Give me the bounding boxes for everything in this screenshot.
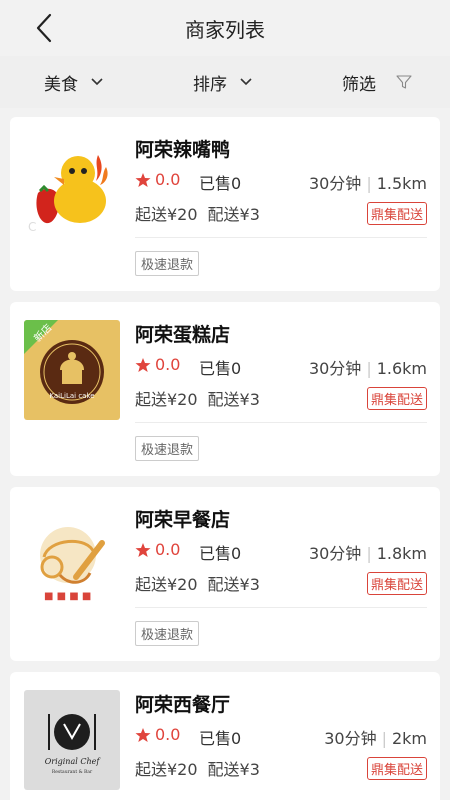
- distance: 1.8km: [376, 544, 427, 563]
- star-icon: [135, 728, 151, 742]
- fee-row: 起送¥20 配送¥3: [135, 756, 260, 780]
- merchant-card[interactable]: Original Chef Restaurant & Bar 阿荣西餐厅 0.0…: [10, 672, 440, 800]
- svg-text:C: C: [28, 220, 36, 234]
- sold-count: 已售0: [199, 359, 242, 378]
- filter-category-label: 美食: [44, 74, 78, 95]
- delivery-badge: 鼎集配送: [366, 757, 427, 780]
- rating-row: 0.0 已售0 30分钟 | 1.6km: [135, 355, 427, 378]
- delivery-fee: 配送¥3: [207, 390, 260, 409]
- min-order: 起送¥20: [135, 760, 198, 779]
- filter-bar: 美食 排序 筛选: [0, 56, 450, 108]
- delivery-time: 30分钟: [324, 729, 377, 748]
- delivery-time: 30分钟: [308, 174, 362, 193]
- merchant-logo: C: [24, 135, 120, 235]
- star-icon: [135, 543, 151, 557]
- rating-row: 0.0 已售0 30分钟 | 2km: [135, 725, 427, 748]
- funnel-icon: [396, 75, 412, 89]
- filter-category[interactable]: 美食: [44, 70, 104, 95]
- merchant-logo: Original Chef Restaurant & Bar: [24, 690, 120, 790]
- divider: [135, 422, 427, 423]
- chef-logo-subtext: Restaurant & Bar: [52, 769, 93, 775]
- star-icon: [135, 173, 151, 187]
- chef-logo-text: Original Chef: [45, 757, 102, 766]
- fee-row: 起送¥20 配送¥3: [135, 386, 260, 410]
- merchant-name: 阿荣西餐厅: [135, 694, 231, 716]
- merchant-card[interactable]: KaiLiLai cake 新店 阿荣蛋糕店 0.0 已售0 30分钟 | 1.6k…: [10, 302, 440, 476]
- distance: 1.6km: [376, 359, 427, 378]
- merchant-logo: ■ ■ ■ ■: [24, 505, 120, 605]
- rating-value: 0.0: [155, 355, 181, 374]
- svg-text:■ ■ ■ ■: ■ ■ ■ ■: [44, 591, 91, 602]
- rating-row: 0.0 已售0 30分钟 | 1.5km: [135, 170, 427, 193]
- header: 商家列表: [0, 0, 450, 56]
- refund-tag: 极速退款: [135, 251, 200, 276]
- filter-screen[interactable]: 筛选: [342, 70, 412, 95]
- rating-value: 0.0: [155, 540, 181, 559]
- refund-tag: 极速退款: [135, 436, 200, 461]
- delivery-fee: 配送¥3: [207, 760, 260, 779]
- divider: [135, 237, 427, 238]
- min-order: 起送¥20: [135, 575, 198, 594]
- sold-count: 已售0: [199, 174, 242, 193]
- merchant-card[interactable]: C 阿荣辣嘴鸭 0.0 已售0 30分钟 | 1.5km 起送¥20 配送¥3 鼎集配…: [10, 117, 440, 291]
- refund-tag: 极速退款: [135, 621, 200, 646]
- rating-value: 0.0: [155, 725, 181, 744]
- delivery-badge: 鼎集配送: [366, 387, 427, 410]
- chevron-down-icon: [91, 78, 103, 86]
- cake-logo-text: KaiLiLai cake: [49, 392, 94, 400]
- fee-row: 起送¥20 配送¥3: [135, 571, 260, 595]
- filter-sort-label: 排序: [193, 74, 227, 95]
- page-title: 商家列表: [185, 18, 265, 42]
- merchant-name: 阿荣蛋糕店: [135, 324, 231, 346]
- rating-value: 0.0: [155, 170, 181, 189]
- sold-count: 已售0: [199, 729, 242, 748]
- rating-row: 0.0 已售0 30分钟 | 1.8km: [135, 540, 427, 563]
- filter-screen-label: 筛选: [342, 74, 376, 95]
- merchant-name: 阿荣早餐店: [135, 509, 231, 531]
- delivery-time: 30分钟: [308, 544, 362, 563]
- merchant-logo: KaiLiLai cake 新店: [24, 320, 120, 420]
- filter-sort[interactable]: 排序: [193, 70, 253, 95]
- chevron-down-icon: [240, 78, 252, 86]
- delivery-fee: 配送¥3: [207, 575, 260, 594]
- merchant-card[interactable]: ■ ■ ■ ■ 阿荣早餐店 0.0 已售0 30分钟 | 1.8km 起送¥20 配送…: [10, 487, 440, 661]
- delivery-time: 30分钟: [308, 359, 362, 378]
- merchant-name: 阿荣辣嘴鸭: [135, 139, 231, 161]
- min-order: 起送¥20: [135, 390, 198, 409]
- star-icon: [135, 358, 151, 372]
- distance: 1.5km: [376, 174, 427, 193]
- delivery-badge: 鼎集配送: [366, 572, 427, 595]
- sold-count: 已售0: [199, 544, 242, 563]
- delivery-badge: 鼎集配送: [366, 202, 427, 225]
- fee-row: 起送¥20 配送¥3: [135, 201, 260, 225]
- divider: [135, 607, 427, 608]
- min-order: 起送¥20: [135, 205, 198, 224]
- delivery-fee: 配送¥3: [207, 205, 260, 224]
- distance: 2km: [391, 729, 427, 748]
